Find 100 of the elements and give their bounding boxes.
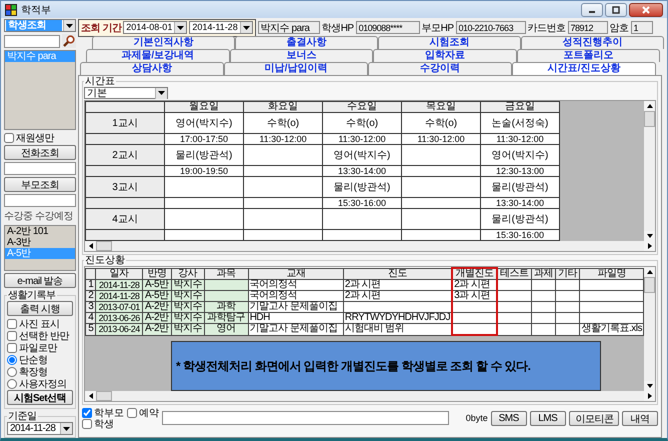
table-cell: 2과 시편 xyxy=(343,290,452,302)
table-cell: 11:30-12:00 xyxy=(244,134,322,144)
class-item[interactable]: A-3반 xyxy=(5,237,75,248)
tab[interactable]: 상담사항 xyxy=(80,62,224,75)
info-field[interactable]: 010-2210-7663 xyxy=(456,21,526,34)
phone-search-button[interactable]: 전화조회 xyxy=(4,145,76,160)
tab[interactable]: 수강이력 xyxy=(368,62,512,75)
message-button[interactable]: SMS xyxy=(490,410,527,426)
checkbox-label: 파일로만 xyxy=(19,342,57,354)
tab[interactable]: 출결사항 xyxy=(235,36,378,49)
checkbox[interactable] xyxy=(4,132,14,143)
date-dropdown[interactable]: 2014-08-01 xyxy=(123,21,188,34)
table-cell xyxy=(452,312,497,324)
maximize-button[interactable] xyxy=(605,2,627,16)
tab[interactable]: 시간표/진도상황 xyxy=(512,62,656,75)
scroll-thumb[interactable] xyxy=(96,241,112,251)
row-header: 2교시 xyxy=(86,144,164,166)
tab[interactable]: 입학자료 xyxy=(373,49,516,62)
table-cell: 과학 xyxy=(204,302,248,312)
close-button[interactable] xyxy=(629,2,663,16)
checkbox[interactable] xyxy=(7,330,17,340)
table-cell: 과학탐구 xyxy=(204,312,248,324)
table-cell: 영어(박지수) xyxy=(164,112,244,134)
info-field[interactable]: 0109088**** xyxy=(356,21,420,34)
table-cell: 19:00-19:50 xyxy=(164,166,244,176)
name-field[interactable]: 박지수 para xyxy=(258,21,320,34)
arrow-left-icon xyxy=(88,392,94,400)
table-cell: 11:30-12:00 xyxy=(402,134,480,144)
info-field[interactable]: 1 xyxy=(630,21,653,34)
table-cell: 물리(방관석) xyxy=(164,144,244,166)
scroll-thumb[interactable] xyxy=(644,111,655,127)
test-set-button[interactable]: 시험Set선택 xyxy=(7,390,73,405)
tab[interactable]: 기본인적사항 xyxy=(92,36,235,49)
search-icon xyxy=(63,35,75,47)
table-cell: 국어의정석 xyxy=(248,280,344,290)
vertical-scrollbar[interactable] xyxy=(644,101,655,241)
maximize-icon xyxy=(612,6,620,14)
column-header: 목요일 xyxy=(402,102,480,112)
table-cell: 수학(o) xyxy=(244,112,322,134)
scroll-thumb[interactable] xyxy=(644,277,655,293)
minimize-button[interactable] xyxy=(581,2,603,16)
field-label: 암호 xyxy=(610,22,629,34)
checkbox[interactable] xyxy=(7,342,17,352)
message-field[interactable] xyxy=(162,411,449,425)
phone-field[interactable] xyxy=(4,162,76,176)
checkbox[interactable] xyxy=(127,408,137,418)
table-cell: 12:30-13:00 xyxy=(480,166,560,176)
tab[interactable]: 포트폴리오 xyxy=(516,49,660,62)
table-cell: 3과 시편 xyxy=(452,290,497,302)
horizontal-scrollbar[interactable] xyxy=(85,391,655,401)
class-item[interactable]: A-2반 101 xyxy=(5,226,75,238)
arrow-down-icon xyxy=(646,383,654,389)
parent-search-button[interactable]: 부모조회 xyxy=(4,177,76,192)
column-header: 기타 xyxy=(555,268,580,280)
email-button[interactable]: e-mail 발송 xyxy=(4,273,76,288)
message-button[interactable]: 이모티콘 xyxy=(568,410,619,426)
arrow-left-icon xyxy=(88,242,94,250)
close-icon xyxy=(642,6,650,14)
period-label: 조회 기간 xyxy=(81,22,122,34)
table-cell: 수학(o) xyxy=(322,112,402,134)
horizontal-scrollbar[interactable] xyxy=(85,241,655,251)
checkbox[interactable] xyxy=(82,408,92,418)
search-field[interactable] xyxy=(4,34,60,48)
table-cell: 기말고사 문제풀이집 xyxy=(248,324,344,335)
note-banner: * 학생전체처리 화면에서 입력한 개별진도를 학생별로 조회 할 수 있다. xyxy=(171,341,601,391)
window-title: 학적부 xyxy=(21,4,51,16)
tab[interactable]: 과제물/보강내역 xyxy=(86,49,230,62)
date-dropdown[interactable]: 2014-11-28 xyxy=(7,422,73,435)
column-header: 개별진도 xyxy=(452,268,497,280)
search-button[interactable] xyxy=(62,34,76,48)
table-cell: 영어 xyxy=(204,324,248,335)
radio-button[interactable] xyxy=(7,366,17,376)
checkbox[interactable] xyxy=(82,418,92,428)
table-cell: 2과 시편 xyxy=(452,280,497,290)
date-dropdown[interactable]: 2014-11-28 xyxy=(189,21,253,34)
tab[interactable]: 성적진행추이 xyxy=(521,36,664,49)
group-title: 진도상황 xyxy=(84,255,126,266)
table-cell xyxy=(452,302,497,312)
tab[interactable]: 미납/납입이력 xyxy=(224,62,368,75)
tab[interactable]: 보너스 xyxy=(230,49,373,62)
row-number: 5 xyxy=(86,324,96,335)
row-number: 3 xyxy=(86,302,96,312)
vertical-scrollbar[interactable] xyxy=(644,267,655,391)
table-cell: 국어의정석 xyxy=(248,290,344,302)
scroll-thumb[interactable] xyxy=(96,391,112,401)
view-dropdown[interactable]: 기본 xyxy=(84,87,168,99)
arrow-right-icon xyxy=(646,392,652,400)
info-field[interactable]: 78912 xyxy=(568,21,608,34)
print-button[interactable]: 출력 시행 xyxy=(7,301,73,316)
radio-button[interactable] xyxy=(7,378,17,388)
tab[interactable]: 시험조회 xyxy=(378,36,521,49)
radio-label: 확장형 xyxy=(19,366,48,378)
arrow-down-icon xyxy=(646,233,654,239)
message-button[interactable]: LMS xyxy=(530,410,566,426)
checkbox[interactable] xyxy=(7,318,17,328)
checkbox-label: 학생 xyxy=(94,418,114,430)
field-label: 학생HP xyxy=(322,22,354,34)
radio-button[interactable] xyxy=(7,354,17,364)
message-button[interactable]: 내역 xyxy=(622,410,658,426)
parent-field[interactable] xyxy=(4,194,76,208)
